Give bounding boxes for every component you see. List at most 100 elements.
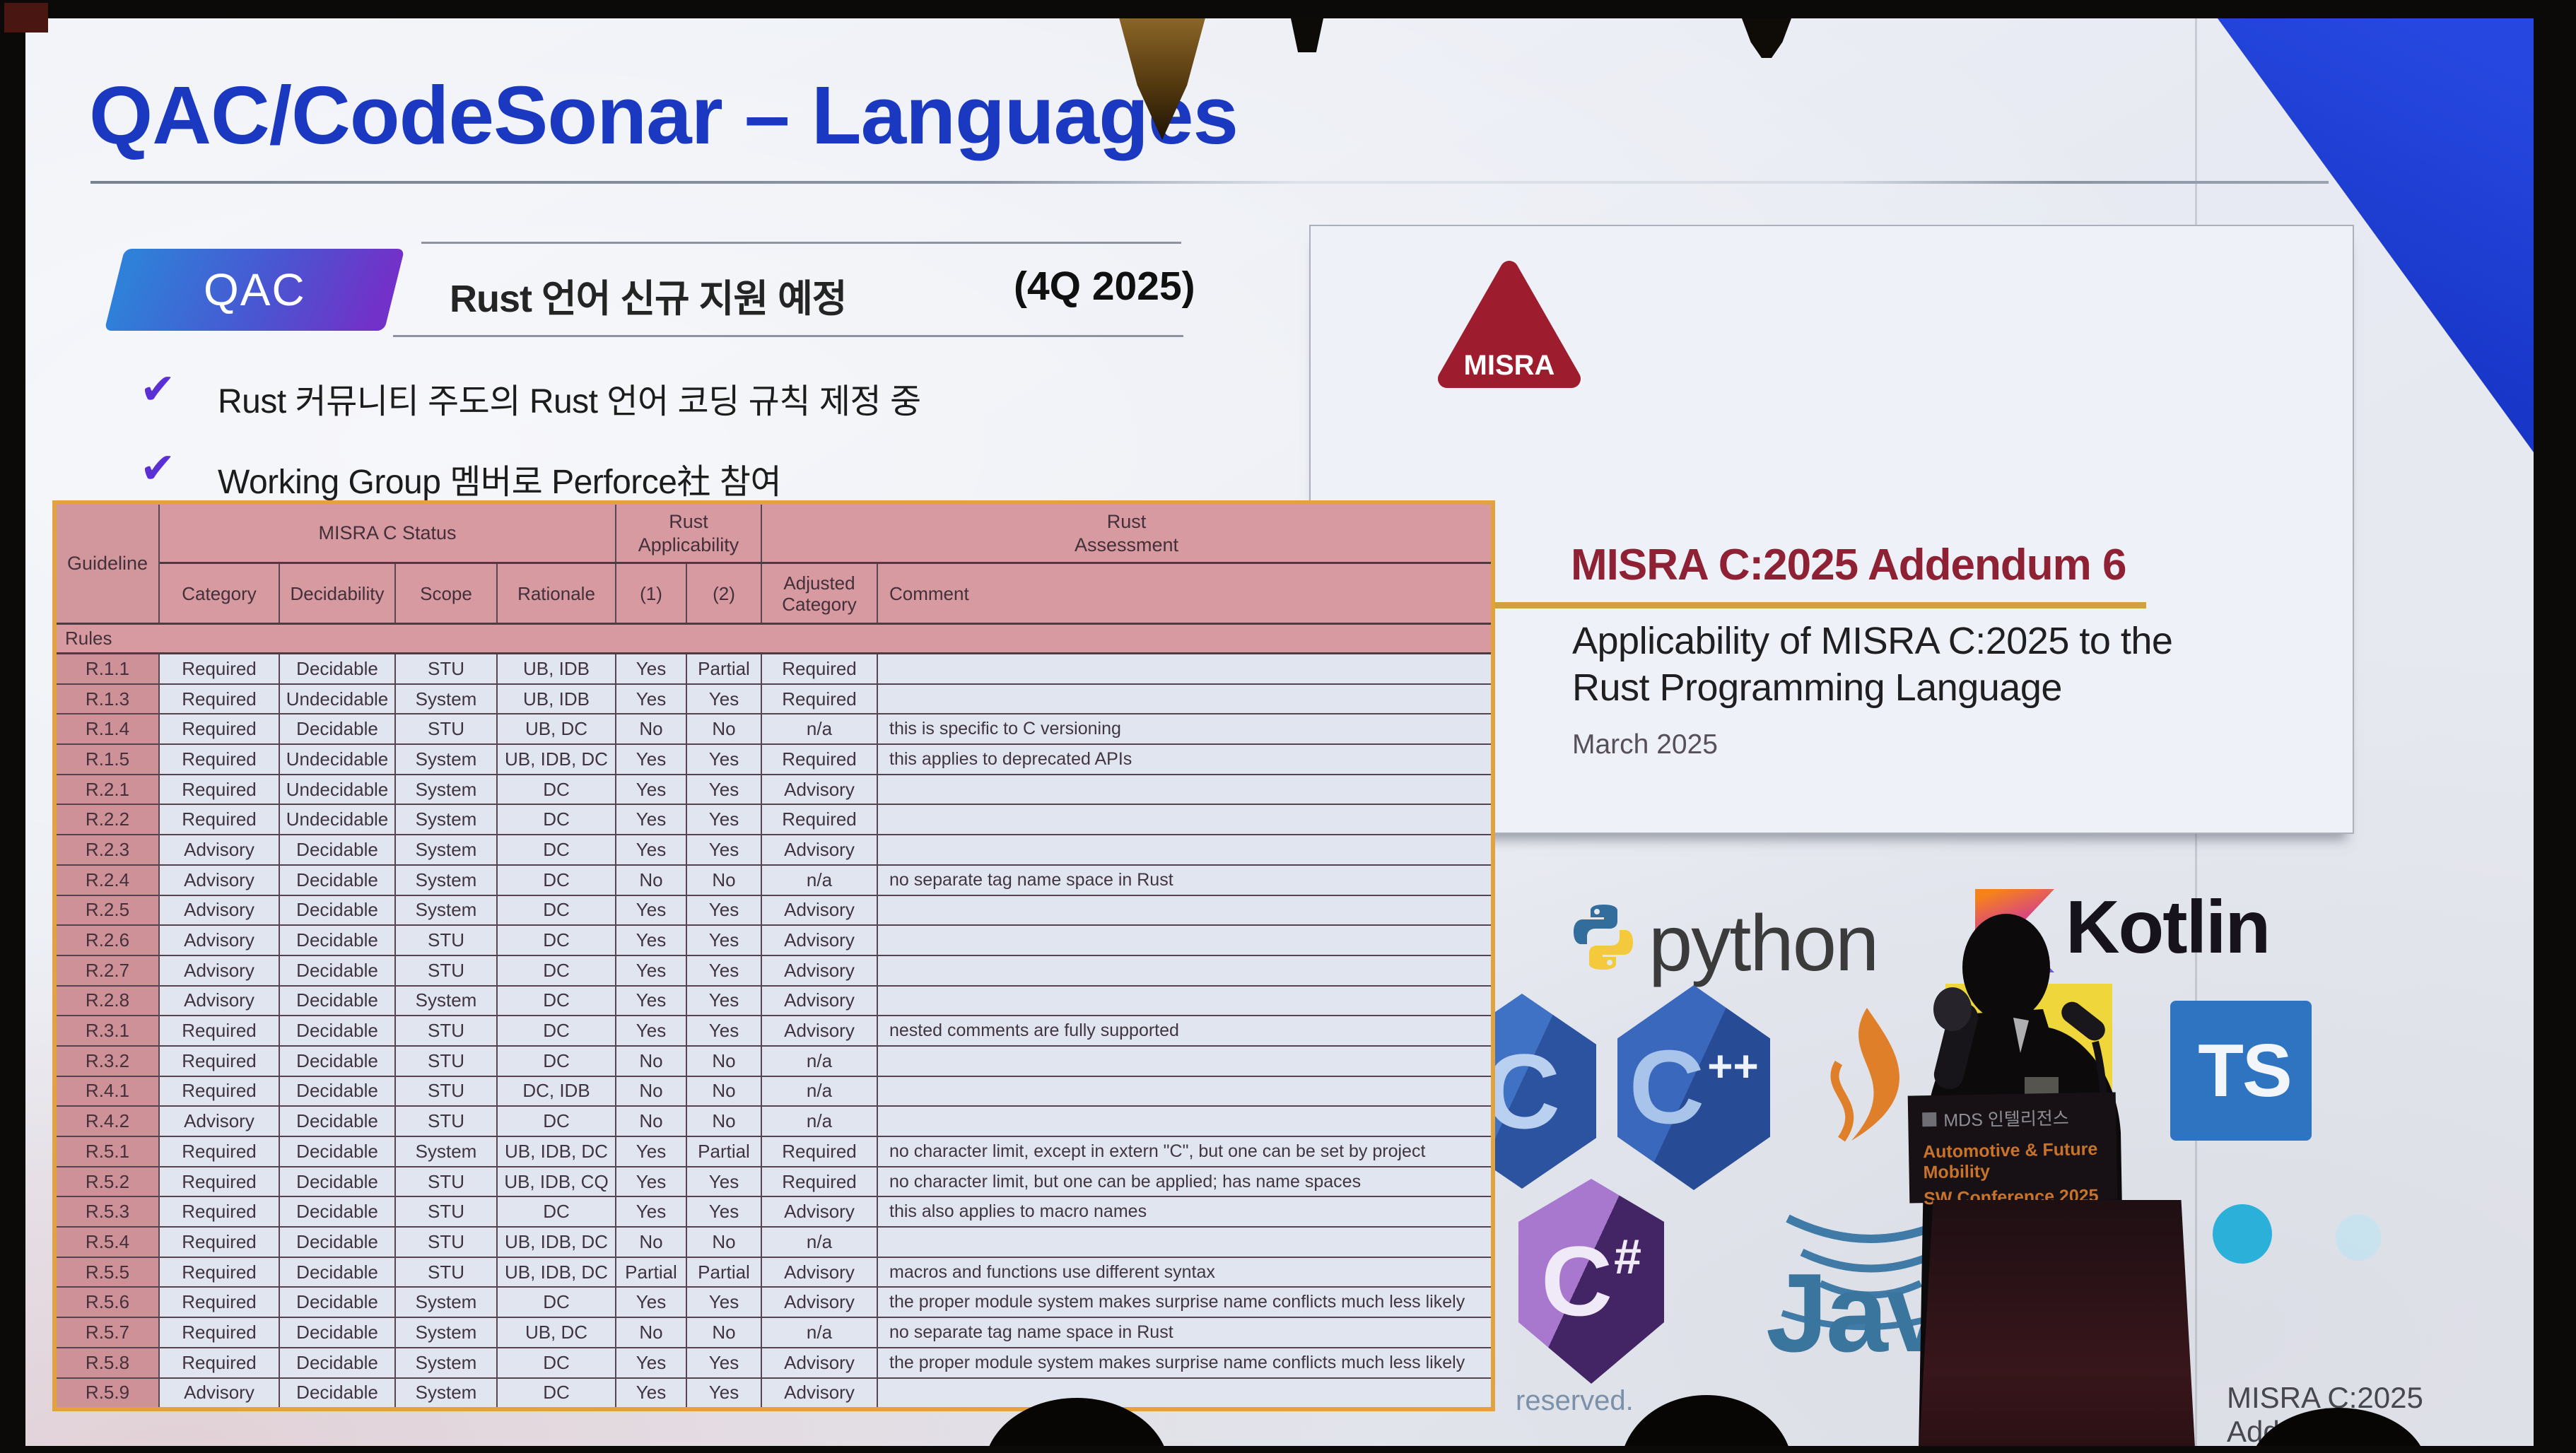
misra-rust-table: Guideline MISRA C Status Rust Applicabil…	[52, 500, 1495, 1411]
podium-body	[1919, 1200, 2195, 1446]
table-cell: no separate tag name space in Rust	[878, 1318, 1491, 1347]
table-cell: STU	[396, 654, 498, 683]
table-cell: Yes	[687, 926, 762, 955]
table-cell: Undecidable	[280, 685, 396, 714]
table-cell: Advisory	[762, 956, 878, 985]
guideline-cell: R.4.1	[57, 1077, 160, 1106]
csharp-icon: C #	[1518, 1179, 1664, 1384]
table-cell: Advisory	[160, 835, 280, 864]
table-cell: DC	[498, 926, 616, 955]
table-cell: n/a	[762, 714, 878, 743]
table-cell: System	[396, 745, 498, 774]
table-cell: Required	[762, 1137, 878, 1166]
table-group-rust-assessment: Rust Assessment	[762, 505, 1491, 562]
table-cell: Yes	[616, 1016, 687, 1045]
table-cell: Decidable	[280, 1016, 396, 1045]
misra-doc-subtitle-line: Rust Programming Language	[1572, 666, 2062, 710]
guideline-cell: R.5.3	[57, 1197, 160, 1226]
table-subheader-2: (2)	[687, 564, 762, 623]
table-cell: Partial	[687, 1137, 762, 1166]
table-cell: Advisory	[762, 926, 878, 955]
heading-top-rule	[421, 242, 1181, 244]
table-cell: Yes	[687, 896, 762, 925]
check-icon: ✔	[140, 365, 175, 414]
table-cell: UB, IDB, CQ	[498, 1167, 616, 1196]
table-cell: Yes	[616, 1348, 687, 1377]
table-cell: Advisory	[762, 775, 878, 804]
table-cell: n/a	[762, 1077, 878, 1106]
table-cell: Undecidable	[280, 775, 396, 804]
table-cell: Decidable	[280, 1288, 396, 1317]
table-cell: Yes	[616, 1288, 687, 1317]
table-cell: Yes	[687, 987, 762, 1016]
table-cell: UB, IDB	[498, 685, 616, 714]
table-cell: Required	[762, 1167, 878, 1196]
table-row: R.2.8AdvisoryDecidableSystemDCYesYesAdvi…	[57, 987, 1491, 1017]
table-cell: DC	[498, 835, 616, 864]
table-cell: DC	[498, 1016, 616, 1045]
guideline-cell: R.5.5	[57, 1258, 160, 1287]
table-cell: no character limit, but one can be appli…	[878, 1167, 1491, 1196]
table-cell: DC	[498, 1348, 616, 1377]
table-cell: Decidable	[280, 835, 396, 864]
table-cell: Yes	[687, 1197, 762, 1226]
table-cell: UB, IDB, DC	[498, 1228, 616, 1257]
table-cell: Yes	[687, 1379, 762, 1408]
table-cell: Advisory	[160, 896, 280, 925]
table-cell	[878, 685, 1491, 714]
table-row: R.2.2RequiredUndecidableSystemDCYesYesRe…	[57, 805, 1491, 835]
guideline-cell: R.3.1	[57, 1016, 160, 1045]
table-cell	[878, 987, 1491, 1016]
table-row: R.2.5AdvisoryDecidableSystemDCYesYesAdvi…	[57, 896, 1491, 926]
table-cell	[878, 654, 1491, 683]
table-cell: Yes	[687, 1167, 762, 1196]
guideline-cell: R.1.4	[57, 714, 160, 743]
table-row: R.5.7RequiredDecidableSystemUB, DCNoNon/…	[57, 1318, 1491, 1348]
guideline-cell: R.4.2	[57, 1107, 160, 1136]
table-cell: Required	[160, 745, 280, 774]
table-cell: Partial	[616, 1258, 687, 1287]
table-cell	[878, 1228, 1491, 1257]
guideline-cell: R.5.8	[57, 1348, 160, 1377]
table-cell: Yes	[616, 775, 687, 804]
table-cell: No	[616, 1047, 687, 1076]
table-row: R.2.4AdvisoryDecidableSystemDCNoNon/ano …	[57, 866, 1491, 896]
table-cell: STU	[396, 1016, 498, 1045]
heading-bottom-rule	[393, 335, 1183, 337]
table-cell: Decidable	[280, 1348, 396, 1377]
table-row: R.5.5RequiredDecidableSTUUB, IDB, DCPart…	[57, 1258, 1491, 1288]
table-cell: Required	[762, 805, 878, 834]
ceiling-light-fixture	[1742, 18, 1791, 58]
table-cell: Decidable	[280, 714, 396, 743]
table-cell: Yes	[616, 745, 687, 774]
table-cell: this also applies to macro names	[878, 1197, 1491, 1226]
table-subheader-scope: Scope	[396, 564, 498, 623]
table-cell: Decidable	[280, 1258, 396, 1287]
table-cell: System	[396, 866, 498, 895]
guideline-cell: R.2.8	[57, 987, 160, 1016]
table-cell: Required	[160, 1137, 280, 1166]
table-cell: Required	[160, 1016, 280, 1045]
table-cell: Required	[160, 1288, 280, 1317]
table-row: R.4.1RequiredDecidableSTUDC, IDBNoNon/a	[57, 1077, 1491, 1107]
table-cell: Advisory	[160, 987, 280, 1016]
table-cell: Undecidable	[280, 745, 396, 774]
table-cell: Required	[160, 1318, 280, 1347]
table-cell	[878, 1379, 1491, 1408]
table-row: R.3.2RequiredDecidableSTUDCNoNon/a	[57, 1047, 1491, 1077]
table-header: Guideline MISRA C Status Rust Applicabil…	[57, 505, 1491, 625]
guideline-cell: R.1.5	[57, 745, 160, 774]
table-cell: Advisory	[762, 1348, 878, 1377]
table-cell: Decidable	[280, 896, 396, 925]
table-row: R.1.5RequiredUndecidableSystemUB, IDB, D…	[57, 745, 1491, 775]
table-cell: No	[687, 714, 762, 743]
audience-head	[1620, 1395, 1793, 1446]
table-subheader-1: (1)	[616, 564, 687, 623]
table-cell: DC	[498, 987, 616, 1016]
table-cell: Advisory	[160, 866, 280, 895]
table-cell: No	[687, 1107, 762, 1136]
table-cell	[878, 896, 1491, 925]
guideline-cell: R.5.2	[57, 1167, 160, 1196]
table-cell: Partial	[687, 654, 762, 683]
table-cell: this is specific to C versioning	[878, 714, 1491, 743]
